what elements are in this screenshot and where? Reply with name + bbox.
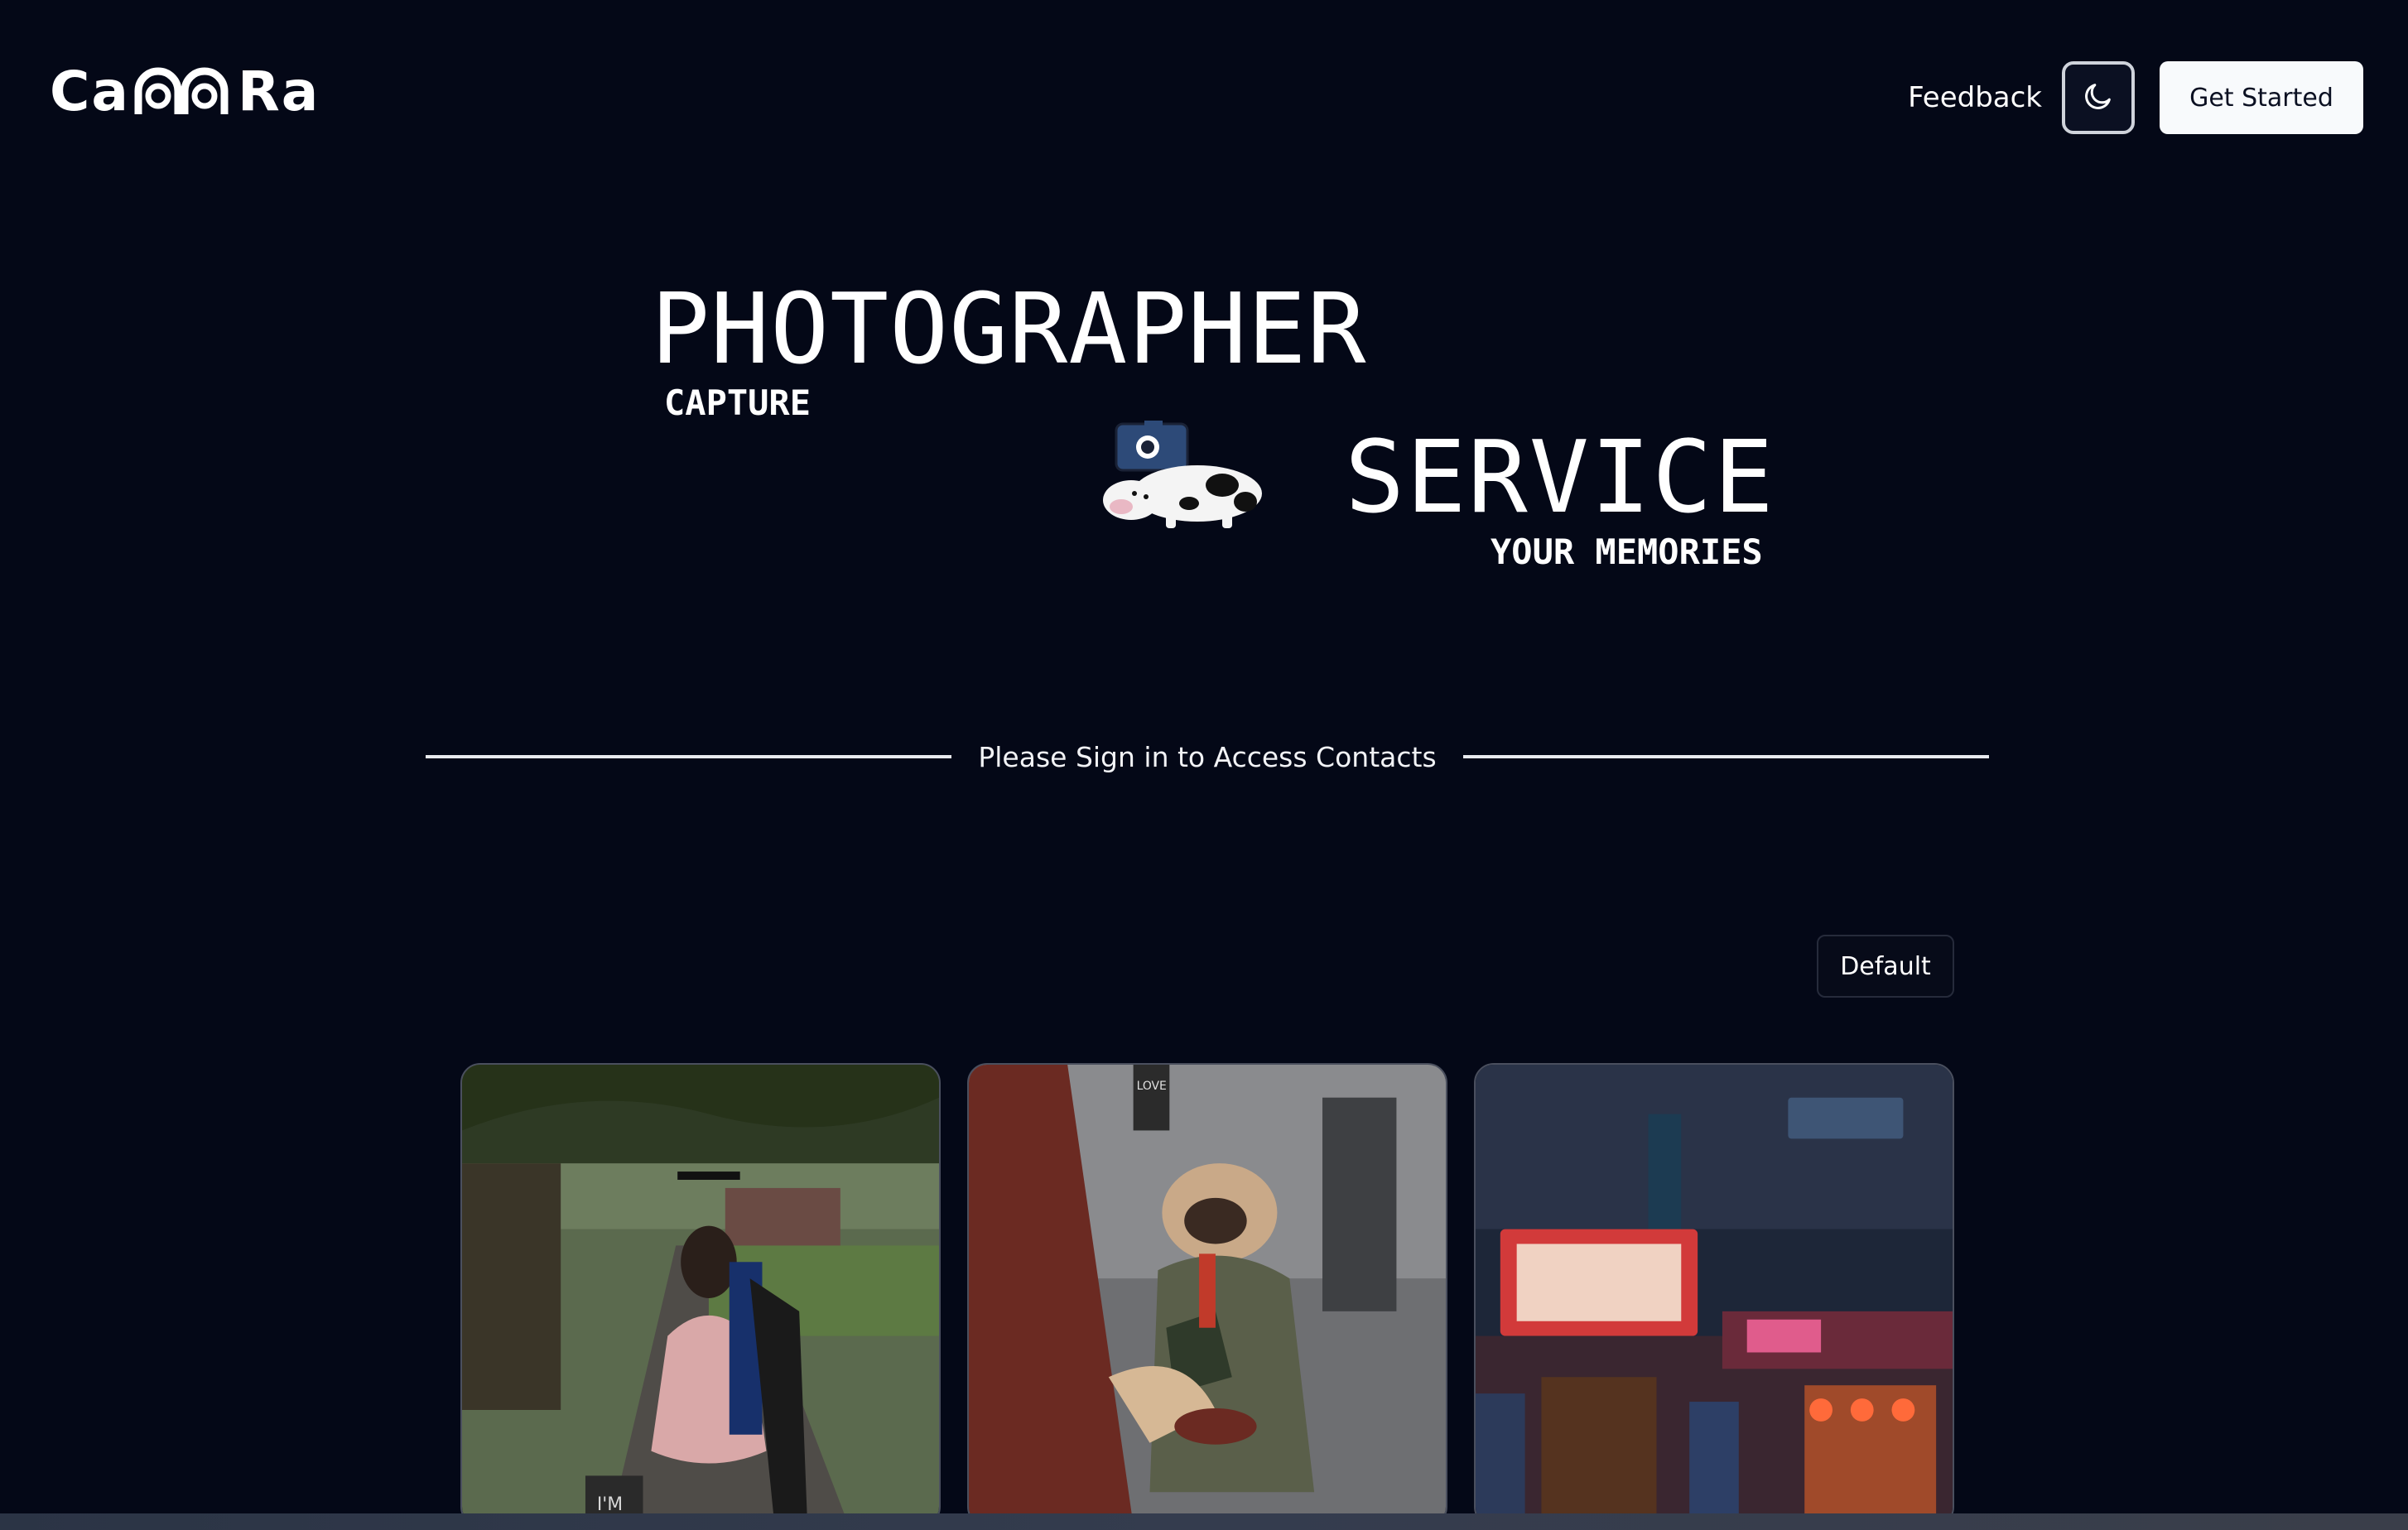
logo[interactable]: Ca Ra	[50, 58, 320, 124]
feedback-link[interactable]: Feedback	[1908, 81, 2042, 114]
logo-eyes-icon	[133, 66, 234, 116]
card-overlay-text: LOVE	[1137, 1080, 1167, 1093]
graduation-photo: I'M	[462, 1065, 939, 1525]
hero-word-service: SERVICE	[1345, 421, 1775, 536]
night-street-photo	[1476, 1065, 1953, 1525]
theme-toggle-button[interactable]	[2062, 61, 2135, 134]
photo-gallery: I'M LOVE	[460, 1063, 1954, 1527]
cow-camera-mascot-icon	[1098, 421, 1269, 533]
contacts-divider: Please Sign in to Access Contacts	[426, 722, 1990, 791]
divider-line-right	[1462, 755, 1990, 758]
hero-word-capture: CAPTURE	[664, 382, 811, 423]
pug-photo: LOVE	[969, 1065, 1446, 1525]
sort-select-button[interactable]: Default	[1817, 935, 1954, 998]
moon-icon	[2082, 79, 2115, 116]
bottom-bar	[0, 1513, 2408, 1530]
card-overlay-text: I'M	[597, 1494, 623, 1515]
hero-word-photographer: PHOTOGRAPHER	[651, 272, 1367, 386]
hero-word-your-memories: YOUR MEMORIES	[1491, 532, 1763, 572]
logo-text-right: Ra	[237, 59, 320, 123]
gallery-card-graduation[interactable]: I'M	[460, 1063, 941, 1527]
gallery-card-night-street[interactable]	[1474, 1063, 1954, 1527]
gallery-card-pug[interactable]: LOVE	[967, 1063, 1447, 1527]
divider-line-left	[426, 755, 952, 758]
get-started-button[interactable]: Get Started	[2160, 61, 2363, 134]
logo-text-left: Ca	[50, 59, 130, 123]
top-nav: Feedback Get Started	[1908, 61, 2363, 134]
sign-in-message: Please Sign in to Access Contacts	[978, 740, 1437, 773]
